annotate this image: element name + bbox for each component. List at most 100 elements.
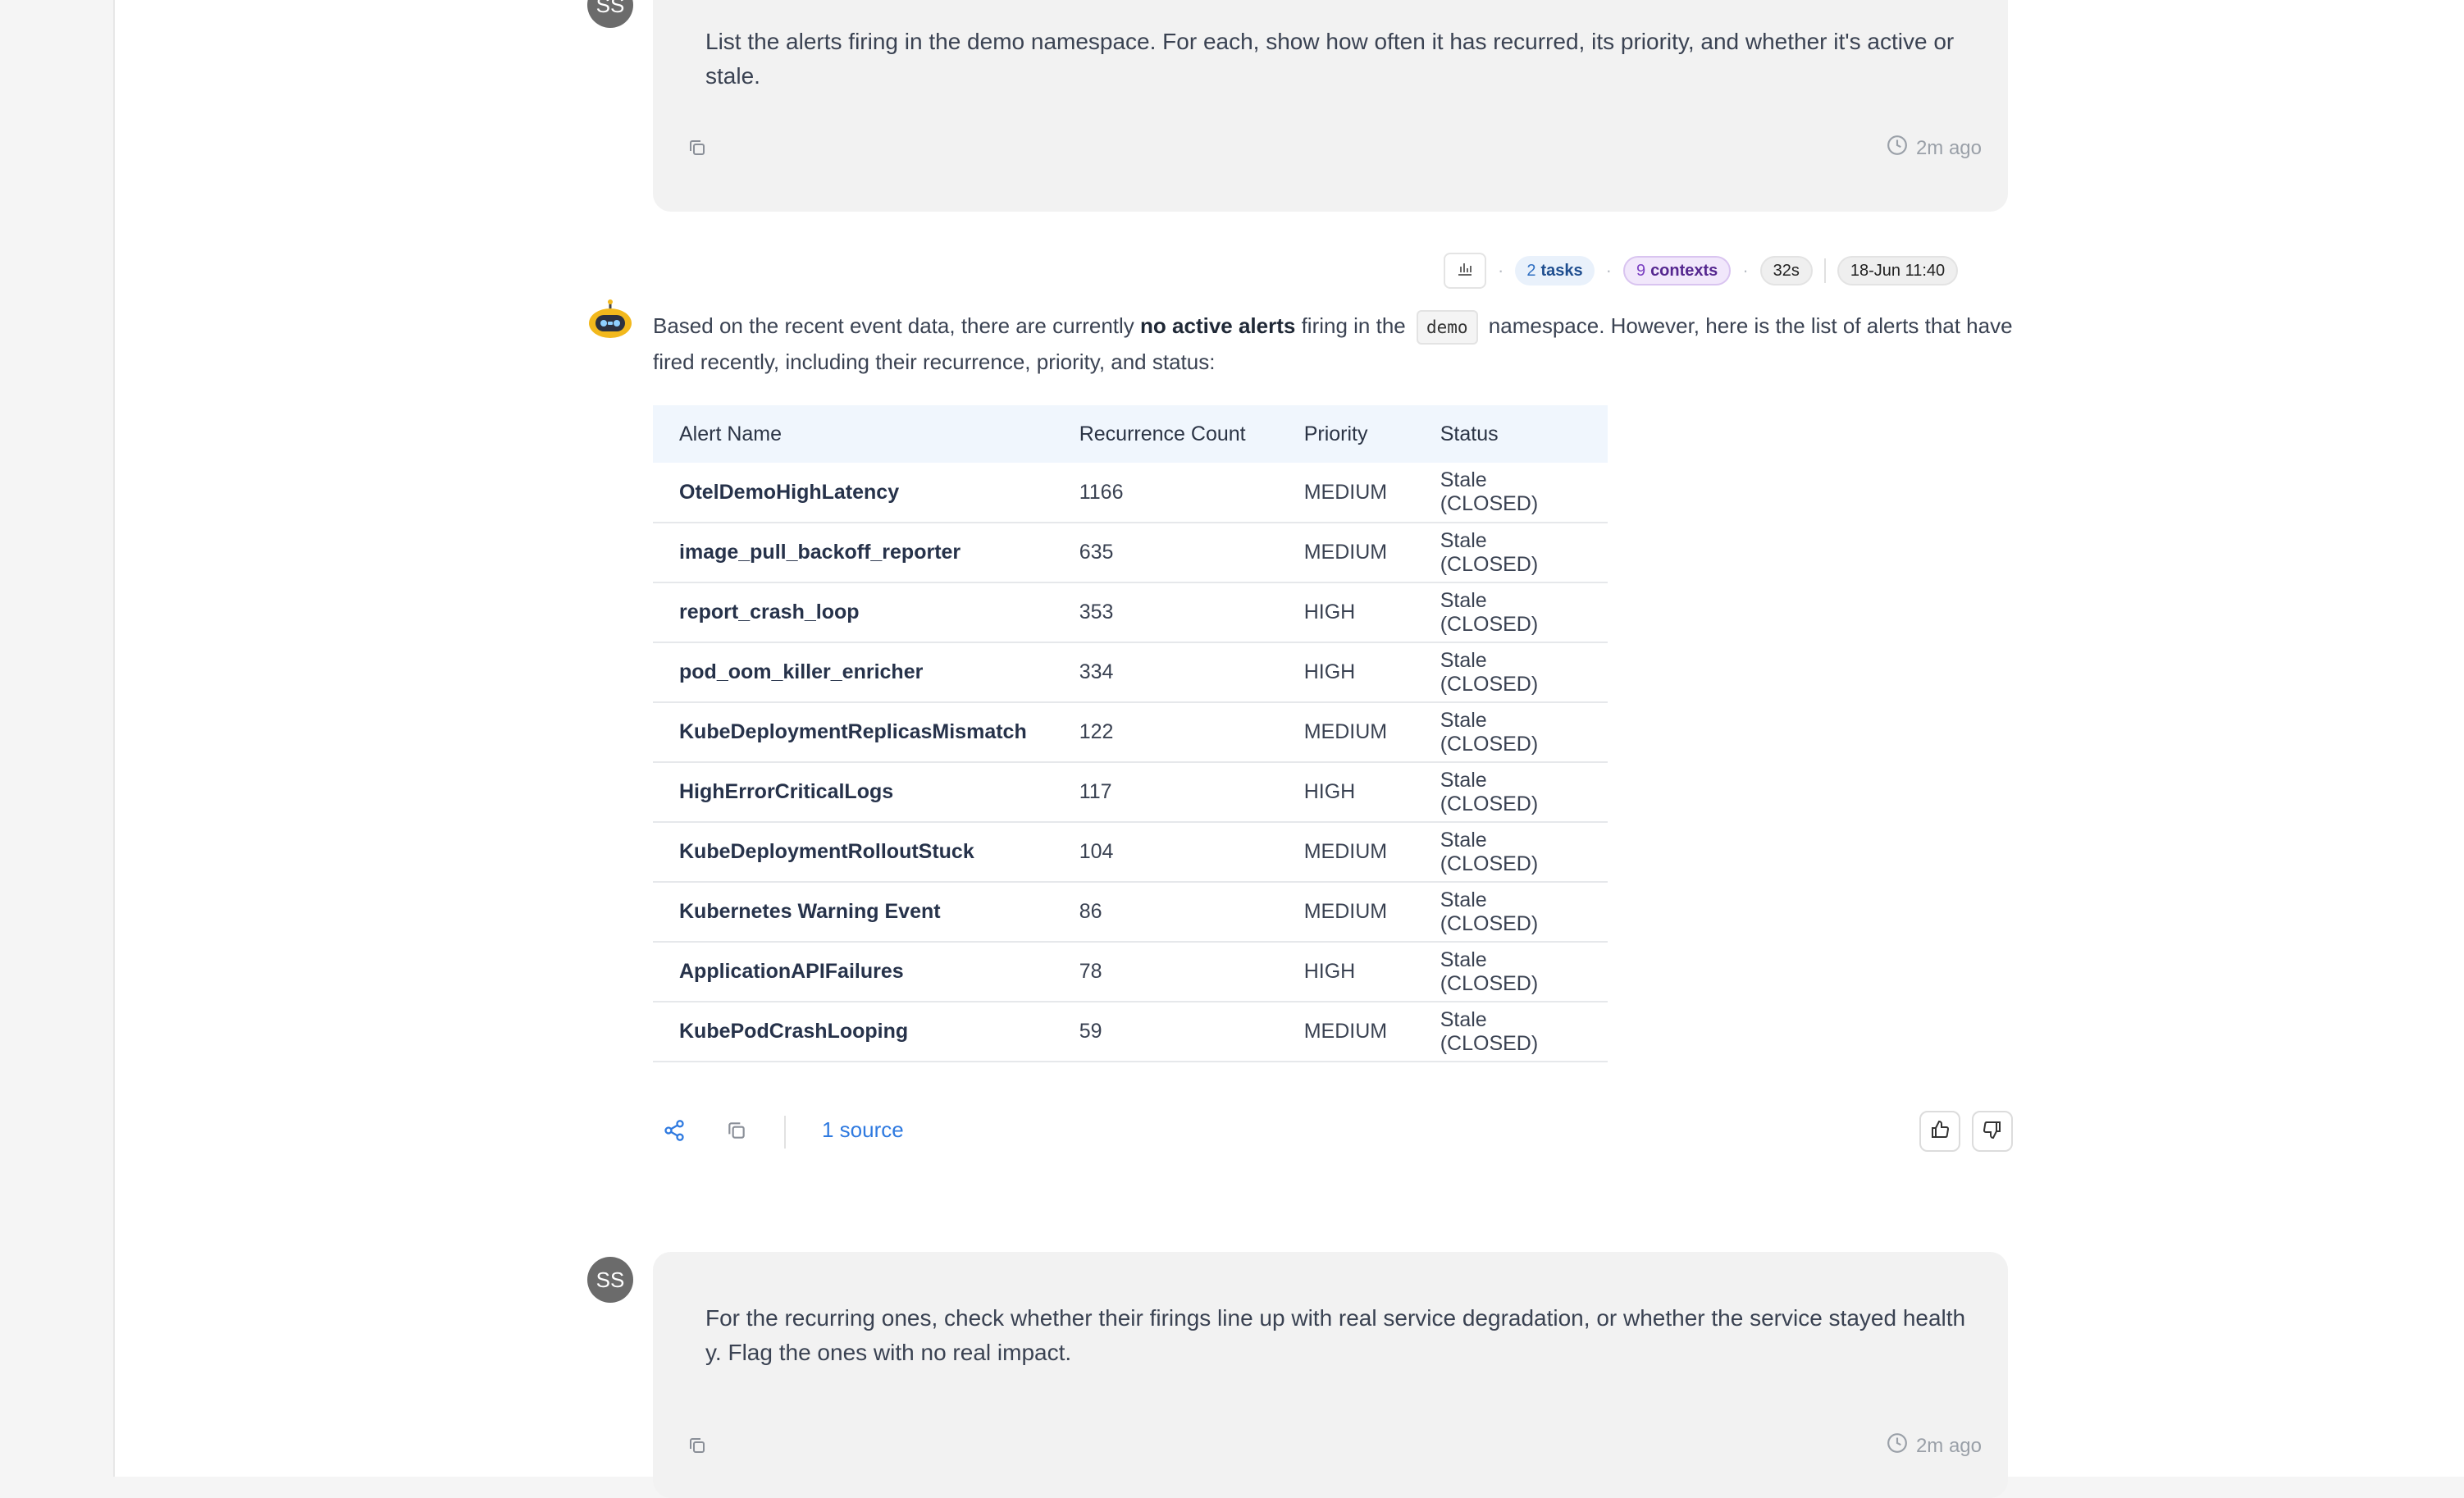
status-cell: Stale (CLOSED) [1413,463,1608,523]
avatar-initials: SS [595,1267,625,1292]
timestamp-text: 2m ago [1915,1434,1982,1457]
robot-avatar-icon [587,299,633,345]
alerts-table: Alert Name Recurrence Count Priority Sta… [653,405,1608,1062]
table-row: HighErrorCriticalLogs 117 HIGH Stale (CL… [653,762,1608,823]
table-row: image_pull_backoff_reporter 635 MEDIUM S… [653,523,1608,583]
recurrence-cell: 104 [1052,822,1278,883]
priority-cell: HIGH [1277,642,1414,703]
alert-name-cell: Kubernetes Warning Event [653,882,1053,943]
table-header-row: Alert Name Recurrence Count Priority Sta… [653,405,1608,463]
alert-name-cell: report_crash_loop [653,582,1053,643]
copy-icon[interactable] [686,1434,709,1457]
alert-name-cell: KubeDeploymentRolloutStuck [653,822,1053,883]
col-header-recurrence: Recurrence Count [1052,405,1278,463]
user-avatar: SS [587,1257,633,1303]
datetime-pill: 18-Jun 11:40 [1837,256,1959,285]
recurrence-cell: 86 [1052,882,1278,943]
status-cell: Stale (CLOSED) [1413,582,1608,643]
recurrence-cell: 59 [1052,1002,1278,1062]
priority-cell: HIGH [1277,762,1414,823]
priority-cell: MEDIUM [1277,1002,1414,1062]
alert-name-cell: KubeDeploymentReplicasMismatch [653,702,1053,763]
clock-icon [1887,135,1908,162]
message-timestamp: 2m ago [1887,1432,1982,1459]
separator-dot: · [1605,260,1612,281]
thumbs-down-icon [1983,1120,2002,1144]
share-button[interactable] [653,1111,696,1153]
status-cell: Stale (CLOSED) [1413,702,1608,763]
status-cell: Stale (CLOSED) [1413,523,1608,583]
alert-name-cell: ApplicationAPIFailures [653,942,1053,1002]
recurrence-cell: 122 [1052,702,1278,763]
recurrence-cell: 334 [1052,642,1278,703]
recurrence-cell: 117 [1052,762,1278,823]
user-message-bubble: List the alerts firing in the demo names… [653,0,2008,212]
table-row: ApplicationAPIFailures 78 HIGH Stale (CL… [653,942,1608,1002]
sources-link[interactable]: 1 source [822,1117,904,1143]
recurrence-cell: 78 [1052,942,1278,1002]
tasks-count: 2 [1526,261,1536,280]
table-row: OtelDemoHighLatency 1166 MEDIUM Stale (C… [653,463,1608,523]
table-row: report_crash_loop 353 HIGH Stale (CLOSED… [653,582,1608,643]
status-cell: Stale (CLOSED) [1413,942,1608,1002]
datetime-text: 18-Jun 11:40 [1850,261,1946,280]
recurrence-cell: 1166 [1052,463,1278,523]
stats-button[interactable] [1444,253,1486,289]
timestamp-text: 2m ago [1915,136,1982,159]
user-message-text: List the alerts firing in the demo names… [705,29,1955,89]
status-cell: Stale (CLOSED) [1413,882,1608,943]
contexts-label: contexts [1650,261,1718,280]
separator-dot: · [1498,260,1504,281]
namespace-code: demo [1416,310,1478,345]
table-row: Kubernetes Warning Event 86 MEDIUM Stale… [653,882,1608,943]
contexts-count: 9 [1636,261,1646,280]
thumbs-up-icon [1930,1120,1950,1144]
response-meta-bar: · 2 tasks · 9 contexts · 32s 18-Jun 11:4… [1444,253,1959,289]
alert-name-cell: HighErrorCriticalLogs [653,762,1053,823]
clock-icon [1887,1432,1908,1459]
thumbs-up-button[interactable] [1919,1111,1960,1152]
tasks-pill[interactable]: 2 tasks [1515,256,1595,285]
status-cell: Stale (CLOSED) [1413,1002,1608,1062]
priority-cell: MEDIUM [1277,463,1414,523]
status-cell: Stale (CLOSED) [1413,822,1608,883]
col-header-status: Status [1413,405,1608,463]
copy-icon[interactable] [686,136,709,159]
col-header-priority: Priority [1277,405,1414,463]
alert-name-cell: OtelDemoHighLatency [653,463,1053,523]
priority-cell: MEDIUM [1277,702,1414,763]
duration-text: 32s [1773,261,1800,280]
table-row: KubeDeploymentReplicasMismatch 122 MEDIU… [653,702,1608,763]
intro-text: firing in the [1295,313,1412,338]
priority-cell: MEDIUM [1277,882,1414,943]
meta-divider [1823,258,1826,283]
status-cell: Stale (CLOSED) [1413,762,1608,823]
avatar-initials: SS [595,0,625,17]
recurrence-cell: 353 [1052,582,1278,643]
priority-cell: MEDIUM [1277,822,1414,883]
alert-name-cell: pod_oom_killer_enricher [653,642,1053,703]
share-icon [663,1119,686,1146]
col-header-alert-name: Alert Name [653,405,1053,463]
user-message-bubble: For the recurring ones, check whether th… [653,1252,2008,1498]
copy-button[interactable] [715,1111,758,1153]
status-cell: Stale (CLOSED) [1413,642,1608,703]
alert-name-cell: KubePodCrashLooping [653,1002,1053,1062]
separator-dot: · [1742,260,1749,281]
copy-icon [726,1120,747,1145]
user-message-text: For the recurring ones, check whether th… [705,1305,1966,1365]
actions-divider [784,1116,786,1149]
message-actions: 1 source [653,1111,2015,1153]
intro-bold-text: no active alerts [1140,313,1296,338]
table-row: pod_oom_killer_enricher 334 HIGH Stale (… [653,642,1608,703]
priority-cell: MEDIUM [1277,523,1414,583]
duration-pill: 32s [1759,256,1813,285]
contexts-pill[interactable]: 9 contexts [1622,256,1732,285]
priority-cell: HIGH [1277,942,1414,1002]
tasks-label: tasks [1540,261,1583,280]
message-timestamp: 2m ago [1887,135,1982,162]
table-row: KubePodCrashLooping 59 MEDIUM Stale (CLO… [653,1002,1608,1062]
thumbs-down-button[interactable] [1972,1111,2013,1152]
table-row: KubeDeploymentRolloutStuck 104 MEDIUM St… [653,822,1608,883]
priority-cell: HIGH [1277,582,1414,643]
